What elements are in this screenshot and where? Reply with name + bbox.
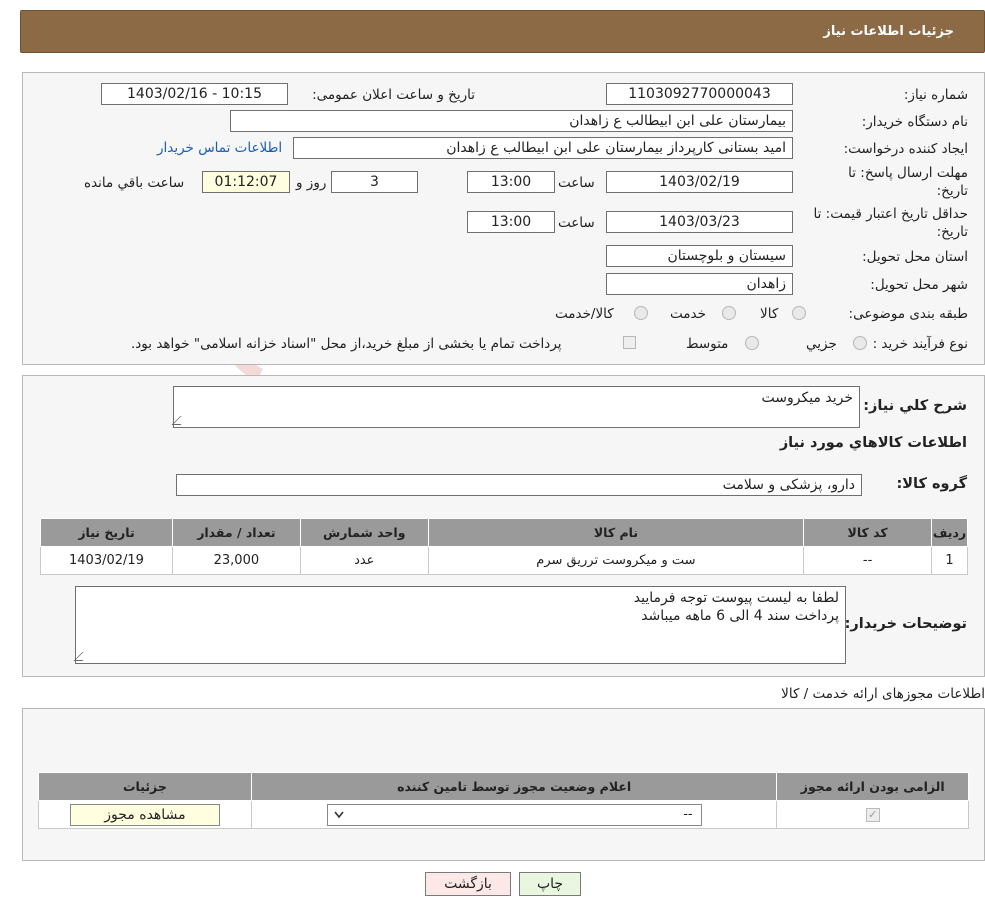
table-row: ✓ -- مشاهده مجوز: [38, 800, 969, 829]
process-minor-label: جزیي: [806, 336, 837, 352]
cell-code: --: [803, 546, 933, 575]
requester-field: امید بستانی کارپرداز بیمارستان علی ابن ا…: [293, 137, 793, 159]
remaining-label: ساعت باقي مانده: [84, 175, 185, 191]
city-field: زاهدان: [606, 273, 793, 295]
province-field: سیستان و بلوچستان: [606, 245, 793, 267]
cell-unit: عدد: [299, 546, 429, 575]
permits-table: الزامی بودن ارائه مجوز اعلام وضعیت مجوز …: [38, 772, 969, 829]
col-qty: تعداد / مقدار: [171, 518, 301, 547]
cell-required: ✓: [776, 800, 969, 829]
process-minor-radio[interactable]: [853, 336, 867, 350]
category-both-radio[interactable]: [634, 306, 648, 320]
summary-textarea[interactable]: خريد ميكروست: [171, 386, 860, 428]
summary-label: شرح کلي نياز:: [863, 398, 967, 414]
validity-time-label: ساعت: [558, 215, 595, 231]
cell-row: 1: [931, 546, 968, 575]
buyer-label: نام دستگاه خریدار:: [861, 114, 968, 130]
buyer-notes-textarea[interactable]: لطفا به ليست پيوست توجه فرماييد پرداخت س…: [73, 586, 846, 664]
announce-field: 1403/02/16 - 10:15: [101, 83, 288, 105]
buyer-notes-line-2: پرداخت سند 4 الی 6 ماهه ميباشد: [641, 608, 839, 624]
resize-grip-icon[interactable]: [171, 416, 190, 425]
goods-table: رديف کد کالا نام کالا واحد شمارش تعداد /…: [40, 518, 968, 575]
deadline-date-field: 1403/02/19: [606, 171, 793, 193]
permit-status-select[interactable]: --: [326, 803, 702, 826]
page-header: جزئیات اطلاعات نیاز: [20, 10, 985, 53]
chevron-down-icon: [334, 811, 344, 818]
days-label: روز و: [296, 175, 327, 191]
goods-group-label: گروه کالا:: [896, 476, 967, 492]
buyer-contact-link[interactable]: اطلاعات تماس خریدار: [157, 140, 282, 156]
permit-status-value: --: [683, 806, 693, 822]
category-label: طبقه بندی موضوعی:: [848, 306, 968, 322]
city-label: شهر محل تحویل:: [870, 277, 968, 293]
buyer-notes-line-1: لطفا به ليست پيوست توجه فرماييد: [633, 590, 839, 606]
col-unit: واحد شمارش: [299, 518, 429, 547]
treasury-checkbox[interactable]: [623, 336, 636, 349]
validity-label: حداقل تاریخ اعتبار قیمت: تا: [813, 206, 968, 222]
col-date: تاريخ نياز: [40, 518, 173, 547]
category-service-radio[interactable]: [722, 306, 736, 320]
days-field: 3: [331, 171, 418, 193]
category-goods-radio[interactable]: [792, 306, 806, 320]
deadline-label: مهلت ارسال پاسخ: تا: [848, 165, 968, 181]
remaining-time-field: 01:12:07: [202, 171, 290, 193]
validity-date-field: 1403/03/23: [606, 211, 793, 233]
goods-group-field: دارو، پزشکی و سلامت: [176, 474, 862, 496]
page-title: جزئیات اطلاعات نیاز: [823, 24, 954, 39]
validity-time-field: 13:00: [467, 211, 555, 233]
goods-table-header: رديف کد کالا نام کالا واحد شمارش تعداد /…: [40, 518, 968, 547]
permits-table-header: الزامی بودن ارائه مجوز اعلام وضعیت مجوز …: [38, 772, 969, 801]
requester-label: ایجاد کننده درخواست:: [843, 141, 968, 157]
table-row: 1 -- ست و ميكروست ترريق سرم عدد 23,000 1…: [40, 546, 968, 575]
cell-qty: 23,000: [171, 546, 301, 575]
category-goods-label: کالا: [760, 306, 779, 322]
print-button[interactable]: چاپ: [519, 872, 581, 896]
back-button[interactable]: بازگشت: [425, 872, 511, 896]
category-both-label: کالا/خدمت: [555, 306, 614, 322]
col-name: نام کالا: [427, 518, 805, 547]
cell-name: ست و ميكروست ترريق سرم: [427, 546, 805, 575]
province-label: استان محل تحویل:: [862, 249, 968, 265]
deadline-time-label: ساعت: [558, 175, 595, 191]
buyer-notes-label: توضيحات خريدار:: [844, 616, 967, 632]
col-status: اعلام وضعیت مجوز توسط تامین کننده: [250, 772, 778, 801]
cell-details: مشاهده مجوز: [38, 800, 252, 829]
col-details: جزئیات: [38, 772, 252, 801]
deadline-time-field: 13:00: [467, 171, 555, 193]
need-number-label: شماره نیاز:: [903, 87, 968, 103]
category-service-label: خدمت: [670, 306, 706, 322]
col-code: کد کالا: [803, 518, 933, 547]
validity-label-2: تاریخ:: [936, 224, 968, 240]
process-medium-label: متوسط: [686, 336, 729, 352]
cell-status: --: [250, 800, 778, 829]
col-row: رديف: [931, 518, 968, 547]
col-required: الزامی بودن ارائه مجوز: [776, 772, 969, 801]
required-checkbox: ✓: [865, 807, 880, 822]
announce-label: تاریخ و ساعت اعلان عمومی:: [312, 87, 475, 103]
deadline-label-2: تاریخ:: [936, 183, 968, 199]
process-note: پرداخت تمام یا بخشی از مبلغ خرید،از محل …: [131, 336, 562, 352]
need-number-field: 1103092770000043: [606, 83, 793, 105]
resize-grip-icon[interactable]: [73, 652, 92, 661]
buyer-field: بیمارستان علی ابن ابیطالب ع زاهدان: [230, 110, 793, 132]
cell-date: 1403/02/19: [40, 546, 173, 575]
goods-section-title: اطلاعات کالاهاي مورد نياز: [779, 435, 967, 451]
permits-title: اطلاعات مجوزهای ارائه خدمت / کالا: [781, 686, 985, 702]
process-medium-radio[interactable]: [745, 336, 759, 350]
process-label: نوع فرآیند خرید :: [872, 336, 968, 352]
view-permit-button[interactable]: مشاهده مجوز: [69, 803, 220, 826]
